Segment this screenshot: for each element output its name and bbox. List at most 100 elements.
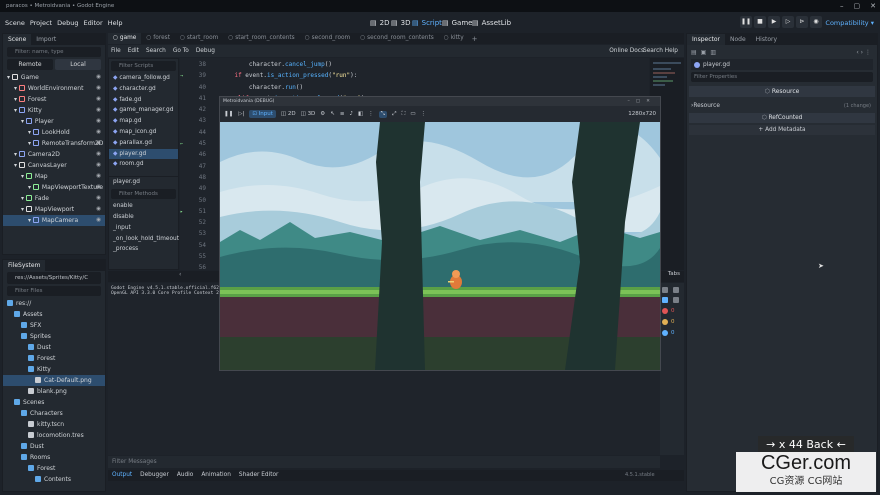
filter-scripts-input[interactable]: Filter Scripts: [111, 61, 176, 71]
workspace-2d[interactable]: ▤2D: [370, 14, 389, 32]
tab-second-room[interactable]: ○ second_room: [300, 33, 355, 44]
folder-item[interactable]: Forest: [3, 463, 105, 474]
scene-node[interactable]: ▾ Player◉: [3, 116, 105, 127]
workspace-game[interactable]: ▤Game: [442, 14, 472, 32]
fit-icon[interactable]: ⤡: [379, 111, 387, 118]
maximize-icon[interactable]: ▢: [854, 2, 861, 10]
script-file-item[interactable]: ◆ room.gd: [109, 159, 178, 170]
play-icon[interactable]: ▶: [768, 16, 780, 28]
folder-item[interactable]: Scenes: [3, 397, 105, 408]
bottom-tab-animation[interactable]: Animation: [197, 470, 235, 481]
remote-button[interactable]: Remote: [7, 59, 53, 70]
script-file-item[interactable]: ◆ player.gd: [109, 149, 178, 160]
visibility-icon[interactable]: ◉: [96, 72, 101, 83]
workspace-assetlib[interactable]: ▤AssetLib: [472, 14, 511, 32]
script-file-item[interactable]: ◆ fade.gd: [109, 95, 178, 106]
tab-second-room-contents[interactable]: ○ second_room_contents: [355, 33, 439, 44]
tab-node[interactable]: Node: [725, 34, 751, 45]
code-line[interactable]: →39 if event.is_action_pressed("run"):: [180, 70, 649, 81]
folder-item[interactable]: res://: [3, 298, 105, 309]
script-file-item[interactable]: ◆ map_icon.gd: [109, 127, 178, 138]
add-metadata-button[interactable]: + Add Metadata: [689, 125, 875, 135]
tab-forest[interactable]: ○ forest: [141, 33, 175, 44]
visibility-icon[interactable]: ◉: [96, 127, 101, 138]
history-icon[interactable]: ▤: [691, 49, 697, 56]
aspect-icon[interactable]: ⛶: [401, 111, 405, 118]
folder-icon[interactable]: ▣: [701, 49, 707, 56]
filter-messages-input[interactable]: Filter Messages: [108, 459, 157, 465]
error-icon[interactable]: [662, 308, 668, 314]
tab-history[interactable]: History: [751, 34, 782, 45]
gear-icon[interactable]: ⚙: [320, 111, 325, 117]
tab-kitty[interactable]: ○ kitty: [439, 33, 469, 44]
info-icon[interactable]: [662, 330, 668, 336]
filesystem-path-field[interactable]: res://Assets/Sprites/Kitty/C: [7, 272, 101, 284]
script-file-item[interactable]: ◆ parallax.gd: [109, 138, 178, 149]
folder-item[interactable]: Dust: [3, 342, 105, 353]
scene-node[interactable]: ▾ WorldEnvironment◉: [3, 83, 105, 94]
bottom-tab-audio[interactable]: Audio: [173, 470, 197, 481]
stop-icon[interactable]: ■: [754, 16, 766, 28]
script-file-item[interactable]: ◆ camera_follow.gd: [109, 73, 178, 84]
toggle-3d[interactable]: ◫ 3D: [301, 111, 316, 117]
tab-filesystem[interactable]: FileSystem: [3, 260, 45, 271]
more-icon[interactable]: ⋮: [421, 111, 427, 117]
save-icon[interactable]: ▥: [710, 49, 716, 56]
visibility-icon[interactable]: ◉: [96, 105, 101, 116]
tab-game[interactable]: ○ game: [108, 33, 141, 44]
camera-icon[interactable]: ◧: [358, 111, 363, 117]
scene-filter-input[interactable]: Filter: name, type: [7, 47, 101, 57]
list-icon[interactable]: ≡: [340, 111, 345, 117]
method-item[interactable]: _process: [109, 244, 178, 255]
script-file-item[interactable]: ◆ character.gd: [109, 84, 178, 95]
menu-debug[interactable]: Debug: [57, 19, 78, 27]
embed-icon[interactable]: ▭: [410, 111, 415, 117]
folder-item[interactable]: Characters: [3, 408, 105, 419]
script-file-item[interactable]: ◆ game_manager.gd: [109, 105, 178, 116]
menu-scene[interactable]: Scene: [5, 19, 25, 27]
visibility-icon[interactable]: ◉: [96, 171, 101, 182]
bottom-tab-debugger[interactable]: Debugger: [136, 470, 173, 481]
scene-node[interactable]: ▾ Fade◉: [3, 193, 105, 204]
movie-icon[interactable]: ◉: [810, 16, 822, 28]
visibility-icon[interactable]: ◉: [96, 83, 101, 94]
visibility-icon[interactable]: ◉: [96, 116, 101, 127]
clear-icon[interactable]: [673, 287, 679, 293]
file-item[interactable]: Cat-Default.png: [3, 375, 105, 386]
method-item[interactable]: disable: [109, 212, 178, 223]
renderer-selector[interactable]: Compatibility ▾: [825, 14, 874, 32]
code-line[interactable]: 38 character.cancel_jump(): [180, 59, 649, 70]
script-menu-go-to[interactable]: Go To: [173, 48, 189, 54]
scene-node[interactable]: ▾ Game◉: [3, 72, 105, 83]
game-window-controls[interactable]: –▢✕: [628, 99, 657, 104]
visibility-icon[interactable]: ◉: [96, 149, 101, 160]
resource-section[interactable]: › Resource (1 change): [689, 101, 875, 111]
workspace-3d[interactable]: ▤3D: [391, 14, 410, 32]
file-item[interactable]: kitty.tscn: [3, 419, 105, 430]
minimize-icon[interactable]: –: [840, 2, 844, 10]
add-tab-icon[interactable]: +: [469, 35, 478, 43]
visibility-icon[interactable]: ◉: [96, 182, 101, 193]
scene-node[interactable]: ▾ MapViewport◉: [3, 204, 105, 215]
bottom-tab-output[interactable]: Output: [108, 470, 136, 481]
scene-node[interactable]: ▾ MapCamera◉: [3, 215, 105, 226]
tab-start-room[interactable]: ○ start_room: [175, 33, 223, 44]
workspace-script[interactable]: ▤Script: [412, 14, 442, 32]
input-toggle[interactable]: ⊡ Input: [249, 110, 276, 118]
script-menu-edit[interactable]: Edit: [128, 48, 139, 54]
tab-start-room-contents[interactable]: ○ start_room_contents: [223, 33, 299, 44]
tab-inspector[interactable]: Inspector: [687, 34, 725, 45]
select-icon[interactable]: ↖: [330, 111, 335, 117]
folder-item[interactable]: Contents: [3, 474, 105, 485]
script-menu-file[interactable]: File: [111, 48, 121, 54]
script-menu-debug[interactable]: Debug: [196, 48, 215, 54]
play-scene-icon[interactable]: ▷: [782, 16, 794, 28]
visibility-icon[interactable]: ◉: [96, 160, 101, 171]
copy-icon[interactable]: [662, 287, 668, 293]
frame-step-icon[interactable]: ▷|: [238, 111, 244, 117]
tab-scene[interactable]: Scene: [3, 34, 31, 45]
filter-methods-input[interactable]: Filter Methods: [111, 189, 176, 199]
file-item[interactable]: blank.png: [3, 386, 105, 397]
folder-item[interactable]: Rooms: [3, 452, 105, 463]
file-item[interactable]: locomotion.tres: [3, 430, 105, 441]
